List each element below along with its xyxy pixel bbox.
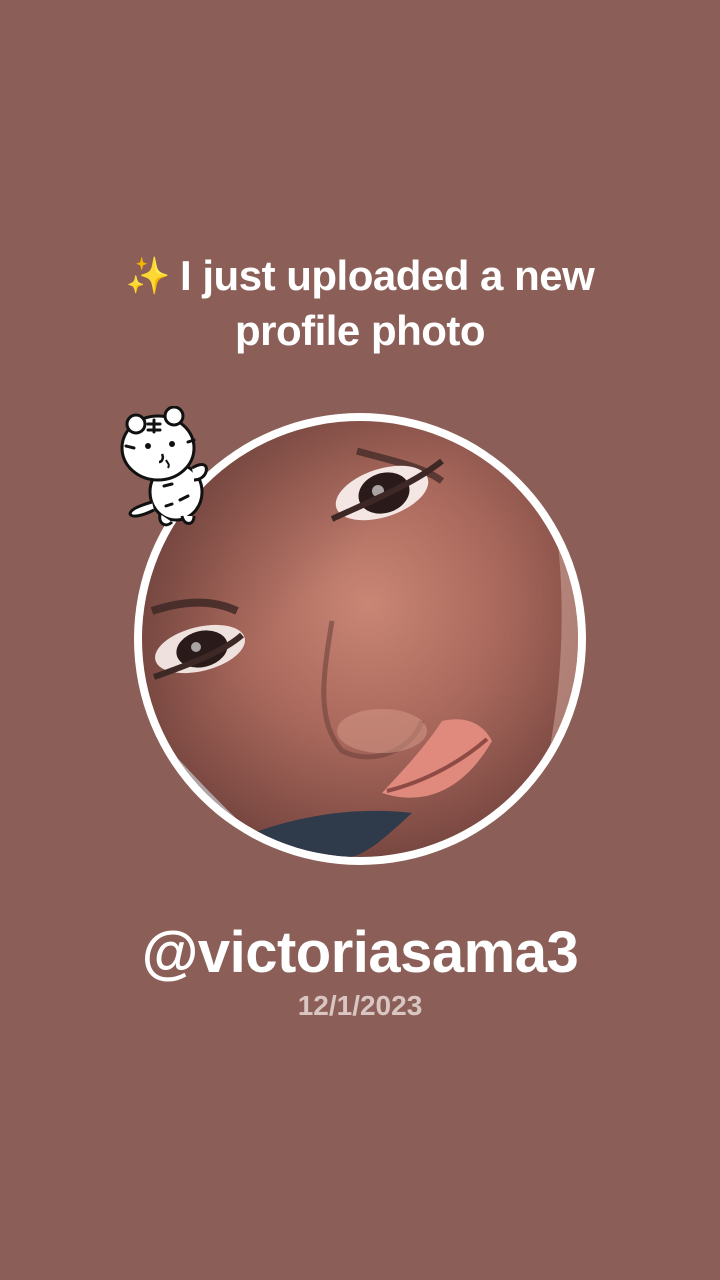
- tiger-sticker-icon: [118, 405, 212, 532]
- announcement-text: I just uploaded a new profile photo: [180, 252, 595, 354]
- announcement-headline: ✨ I just uploaded a new profile photo: [60, 248, 660, 358]
- profile-update-card: ✨ I just uploaded a new profile photo @v…: [0, 0, 720, 1280]
- sparkles-icon: ✨: [125, 255, 171, 296]
- upload-date: 12/1/2023: [297, 990, 423, 1021]
- profile-username[interactable]: @victoriasama3: [0, 918, 720, 988]
